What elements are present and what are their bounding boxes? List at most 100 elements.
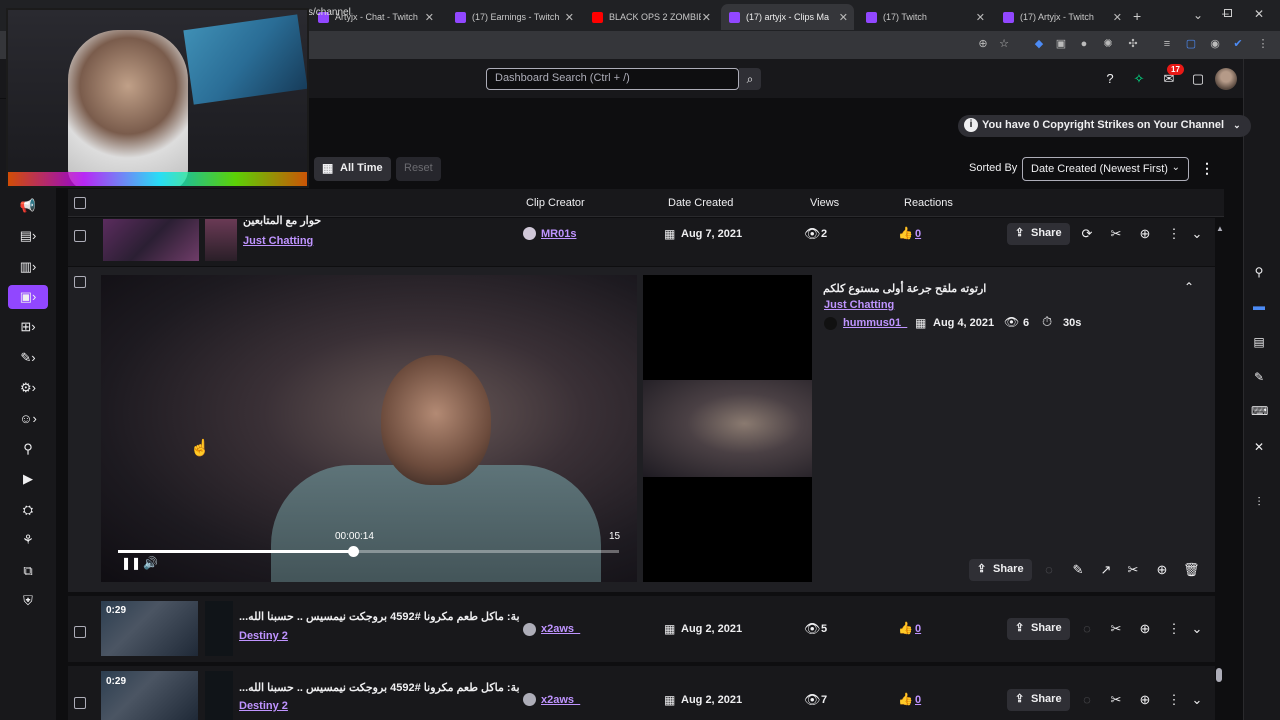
close-icon[interactable]: ✕ <box>702 11 711 24</box>
browser-tab[interactable]: (17) Twitch ✕ <box>858 4 991 30</box>
extension-icon[interactable]: ● <box>1077 37 1091 51</box>
more-options-icon[interactable]: ⋮ <box>1166 692 1182 708</box>
user-avatar[interactable] <box>1215 68 1237 90</box>
refresh-icon[interactable]: ⟳ <box>1079 226 1095 242</box>
more-menu-icon[interactable]: ⋮ <box>1256 37 1270 51</box>
clip-game-link[interactable]: Just Chatting <box>243 235 313 247</box>
col-reactions[interactable]: Reactions <box>904 197 953 209</box>
clip-title[interactable]: بة: ماكل طعم مكرونا #4592 بروجكت نيمسيس … <box>239 681 520 694</box>
dashboard-search-input[interactable]: Dashboard Search (Ctrl + /) <box>486 68 739 90</box>
settings-gear-icon[interactable]: ⚙› <box>14 376 42 400</box>
scissors-icon[interactable]: ✂ <box>1125 562 1141 578</box>
reset-button[interactable]: Reset <box>396 157 441 181</box>
clip-title[interactable]: ارتوته ملقح جرعة أولى مستوع كلكم <box>823 282 986 295</box>
share-button[interactable]: ⇪ Share <box>1007 689 1070 711</box>
close-icon[interactable]: ✕ <box>839 11 848 24</box>
vertical-preview[interactable] <box>643 275 812 582</box>
analytics-icon[interactable]: ▥› <box>14 255 42 279</box>
search-icon[interactable]: ⌕ <box>739 68 761 90</box>
badge-icon[interactable]: ⛭ <box>14 498 42 522</box>
browser-tab[interactable]: (17) Earnings - Twitch ✕ <box>447 4 580 30</box>
extensions-icon[interactable]: ⚘ <box>14 528 42 552</box>
browser-tab[interactable]: (17) Artyjx - Twitch ✕ <box>995 4 1128 30</box>
copyright-strikes-dropdown[interactable]: i You have 0 Copyright Strikes on Your C… <box>958 115 1251 137</box>
url-text[interactable]: s/channel <box>308 7 351 18</box>
controller-icon[interactable]: ⌨ <box>1251 403 1268 419</box>
window-dropdown-icon[interactable]: ⌄ <box>1193 8 1203 22</box>
extension-icon[interactable]: ✺ <box>1101 37 1115 51</box>
sort-select[interactable]: Date Created (Newest First) ⌄ <box>1022 157 1189 181</box>
window-close-icon[interactable]: ✕ <box>1254 7 1264 21</box>
pencil-icon[interactable]: ✎ <box>1070 562 1086 578</box>
clip-thumbnail-vertical[interactable] <box>205 601 233 656</box>
media-icon[interactable]: ≡ <box>1160 37 1174 51</box>
close-icon[interactable]: ✕ <box>565 11 574 24</box>
chevron-down-icon[interactable]: ⌄ <box>1189 621 1205 637</box>
clip-game-link[interactable]: Destiny 2 <box>239 700 288 712</box>
pause-icon[interactable]: ❚❚ <box>121 556 141 570</box>
video-camera-icon[interactable]: ▶ <box>14 467 42 491</box>
zoom-icon[interactable]: ⊕ <box>976 37 990 51</box>
add-circle-icon[interactable]: ⊕ <box>1137 692 1153 708</box>
extension-icon[interactable]: ◆ <box>1032 37 1046 51</box>
browser-tab-active[interactable]: (17) artyjx - Clips Ma ✕ <box>721 4 854 30</box>
close-icon[interactable]: ✕ <box>976 11 985 24</box>
all-time-filter-button[interactable]: ▦ All Time <box>314 157 391 181</box>
new-tab-icon[interactable]: + <box>1133 8 1141 24</box>
sparkle-icon[interactable]: ✧ <box>1130 70 1148 88</box>
external-link-icon[interactable]: ↗ <box>1098 562 1114 578</box>
scroll-up-icon[interactable]: ▲ <box>1216 224 1224 233</box>
profile-icon[interactable]: ◉ <box>1208 37 1222 51</box>
clip-title[interactable]: بة: ماكل طعم مكرونا #4592 بروجكت نيمسيس … <box>239 610 520 623</box>
col-date-created[interactable]: Date Created <box>668 197 733 209</box>
select-all-checkbox[interactable] <box>74 197 86 209</box>
clip-creator-link[interactable]: MR01s <box>541 228 576 240</box>
close-icon[interactable]: ✕ <box>425 11 434 24</box>
video-seek-bar[interactable] <box>118 546 619 557</box>
clip-thumbnail-vertical[interactable] <box>205 671 233 720</box>
more-options-icon[interactable]: ⋮ <box>1200 160 1214 177</box>
sliders-icon[interactable]: ⫶ <box>1251 494 1267 510</box>
megaphone-icon[interactable]: 📢 <box>14 194 42 218</box>
col-views[interactable]: Views <box>810 197 839 209</box>
bookmark-star-icon[interactable]: ☆ <box>997 37 1011 51</box>
document-icon[interactable]: ▤ <box>1251 334 1267 350</box>
shield-icon[interactable]: ⛨ <box>14 589 42 613</box>
clip-thumbnail[interactable] <box>103 219 199 261</box>
volume-icon[interactable]: 🔊 <box>143 556 158 570</box>
help-icon[interactable]: ? <box>1101 70 1119 88</box>
scissors-icon[interactable]: ✂ <box>1108 226 1124 242</box>
add-circle-icon[interactable]: ⊕ <box>1137 621 1153 637</box>
edit-icon[interactable]: ✎ <box>1251 369 1267 385</box>
clip-reactions[interactable]: 0 <box>915 623 921 635</box>
clip-creator-link[interactable]: hummus01_ <box>843 317 907 329</box>
clip-reactions[interactable]: 0 <box>915 694 921 706</box>
extension-icon[interactable]: ✔ <box>1231 37 1245 51</box>
sidebar-item-content-clips[interactable]: ▣› <box>8 285 48 309</box>
clip-creator-link[interactable]: x2aws_ <box>541 623 580 635</box>
content-icon[interactable]: ▤› <box>14 224 42 248</box>
share-button[interactable]: ⇪ Share <box>1007 223 1070 245</box>
clip-game-link[interactable]: Destiny 2 <box>239 630 288 642</box>
add-circle-icon[interactable]: ⊕ <box>1137 226 1153 242</box>
chevron-up-icon[interactable]: ⌃ <box>1184 280 1194 294</box>
add-circle-icon[interactable]: ⊕ <box>1154 562 1170 578</box>
row-checkbox[interactable] <box>74 697 86 709</box>
clip-reactions[interactable]: 0 <box>915 228 921 240</box>
book-icon[interactable]: ⧉ <box>14 559 42 583</box>
extension-icon[interactable]: ▣ <box>1054 37 1068 51</box>
stream-tools-icon[interactable]: ⊞› <box>14 315 42 339</box>
clip-creator-link[interactable]: x2aws_ <box>541 694 580 706</box>
add-friend-icon[interactable]: ⚲ <box>14 437 42 461</box>
col-clip-creator[interactable]: Clip Creator <box>526 197 585 209</box>
row-checkbox[interactable] <box>74 626 86 638</box>
close-icon[interactable]: ✕ <box>1251 439 1267 455</box>
scissors-icon[interactable]: ✂ <box>1108 621 1124 637</box>
more-options-icon[interactable]: ⋮ <box>1166 621 1182 637</box>
share-button[interactable]: ⇪ Share <box>969 559 1032 581</box>
chevron-down-icon[interactable]: ⌄ <box>1189 692 1205 708</box>
viewer-rewards-icon[interactable]: ☺› <box>14 407 42 431</box>
chevron-down-icon[interactable]: ⌄ <box>1189 226 1205 242</box>
row-checkbox[interactable] <box>74 276 86 288</box>
share-button[interactable]: ⇪ Share <box>1007 618 1070 640</box>
